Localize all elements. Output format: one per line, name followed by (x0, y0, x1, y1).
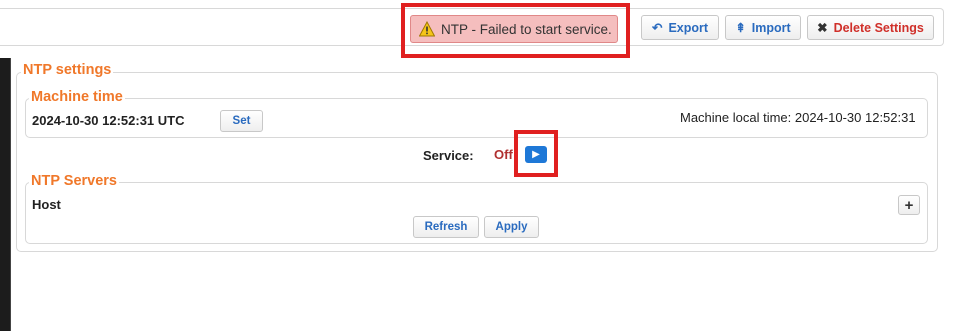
ntp-servers-title: NTP Servers (29, 173, 119, 189)
service-label: Service: (423, 148, 474, 163)
alert-highlight-box (401, 3, 630, 58)
refresh-button[interactable]: Refresh (413, 216, 479, 238)
machine-local-time: Machine local time: 2024-10-30 12:52:31 (680, 110, 916, 125)
import-button[interactable]: ⇞ Import (725, 15, 801, 40)
plus-icon: + (904, 196, 914, 214)
machine-utc-time: 2024-10-30 12:52:31 UTC (32, 113, 185, 128)
delete-icon: ✖ (817, 21, 828, 35)
delete-settings-label: Delete Settings (833, 20, 924, 35)
ntp-settings-title: NTP settings (21, 62, 114, 78)
refresh-label: Refresh (424, 221, 468, 233)
set-label: Set (232, 115, 251, 127)
service-status: Off (494, 147, 513, 162)
machine-time-title: Machine time (29, 89, 125, 105)
export-icon: ↶ (651, 21, 663, 35)
play-highlight-box (514, 130, 558, 177)
apply-button[interactable]: Apply (484, 216, 539, 238)
set-time-button[interactable]: Set (220, 110, 263, 132)
import-icon: ⇞ (735, 21, 746, 35)
host-column-header: Host (32, 197, 61, 212)
import-label: Import (751, 20, 791, 35)
delete-settings-button[interactable]: ✖ Delete Settings (807, 15, 934, 40)
apply-label: Apply (495, 221, 528, 233)
export-label: Export (668, 20, 709, 35)
add-server-button[interactable]: + (898, 195, 920, 215)
export-button[interactable]: ↶ Export (641, 15, 719, 40)
left-sidebar-edge (0, 58, 11, 331)
